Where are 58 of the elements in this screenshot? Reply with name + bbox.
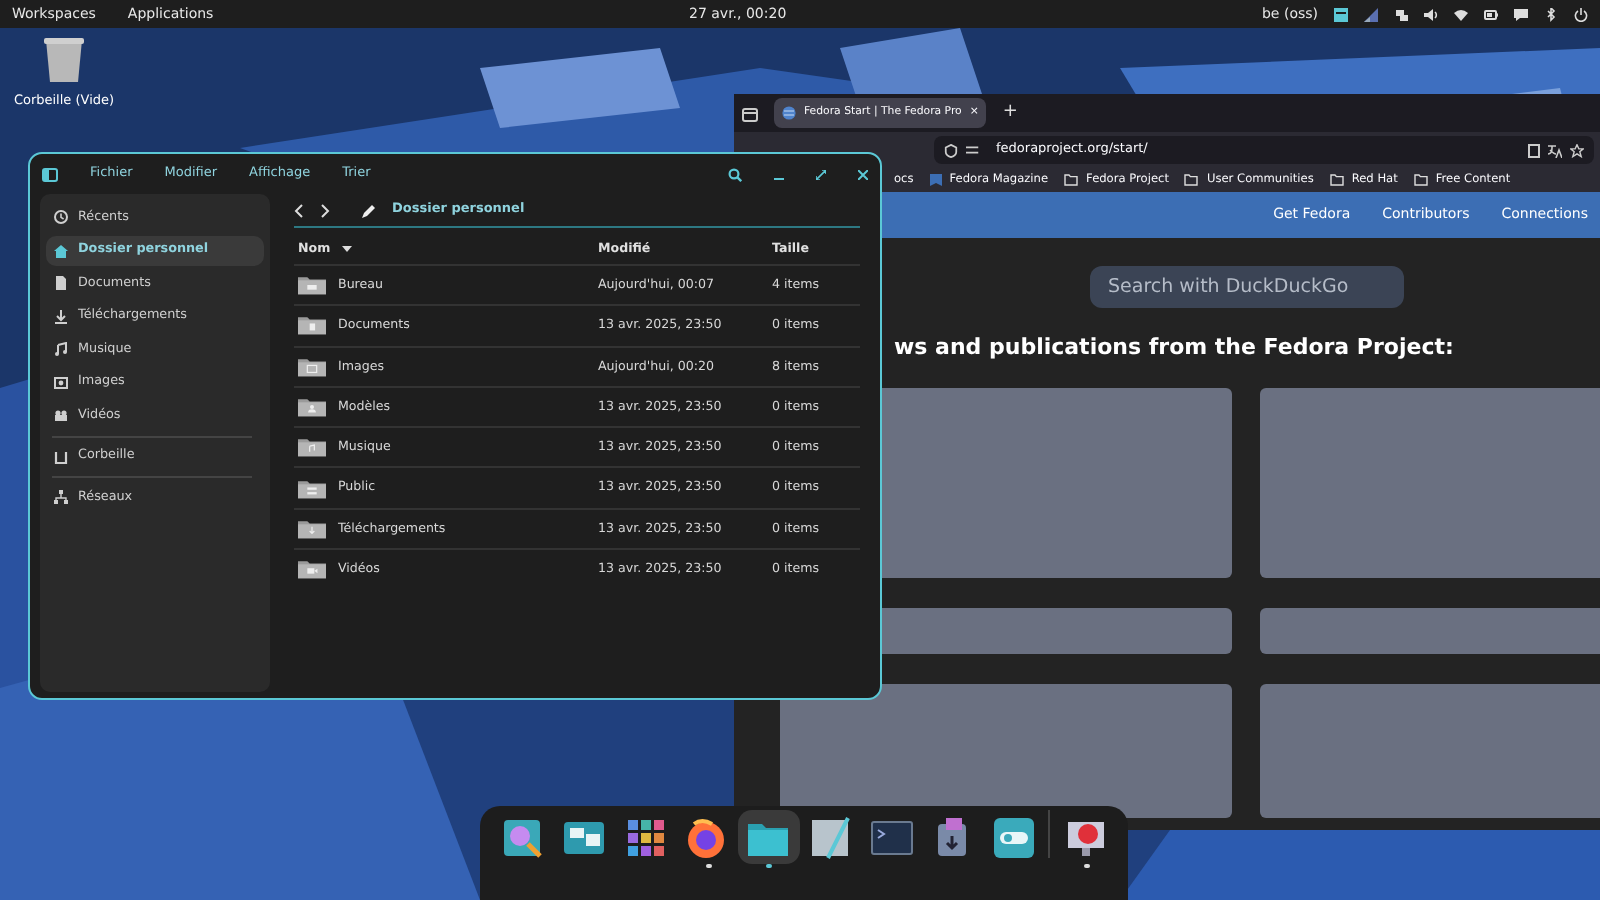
video-icon xyxy=(54,408,68,423)
folder-icon xyxy=(1329,174,1344,186)
section-heading: ws and publications from the Fedora Project: xyxy=(892,332,1456,364)
folder-icon xyxy=(298,355,326,378)
chat-icon[interactable] xyxy=(1514,7,1528,21)
firefox-app-icon[interactable] xyxy=(684,815,729,859)
search-field[interactable]: Search with DuckDuckGo xyxy=(1090,266,1404,308)
bluetooth-icon[interactable] xyxy=(1544,7,1558,21)
app-indicator-icon[interactable] xyxy=(1334,7,1348,21)
globe-icon xyxy=(782,106,796,120)
forward-icon[interactable] xyxy=(320,203,330,217)
document-icon xyxy=(54,276,68,291)
shield-icon xyxy=(944,143,958,157)
wifi-icon[interactable] xyxy=(1454,7,1468,21)
signal-icon[interactable] xyxy=(1364,7,1378,21)
folder-icon xyxy=(1064,174,1079,186)
folder-icon xyxy=(298,517,326,540)
home-icon xyxy=(54,243,68,258)
bookmark-icon xyxy=(929,174,942,186)
folder-icon xyxy=(298,558,326,581)
toggle-app-icon[interactable] xyxy=(991,815,1036,859)
search-app-icon[interactable] xyxy=(500,815,545,859)
trash-icon[interactable] xyxy=(42,36,86,84)
folder-icon xyxy=(298,396,326,419)
volume-icon[interactable] xyxy=(1424,7,1438,21)
maximize-icon[interactable] xyxy=(816,169,826,179)
music-icon xyxy=(54,342,68,357)
star-icon[interactable] xyxy=(1570,143,1584,157)
folder-icon xyxy=(298,274,326,297)
translate-icon[interactable] xyxy=(1548,143,1562,157)
folder-icon xyxy=(1184,174,1199,186)
network-icon xyxy=(54,490,68,505)
folder-icon xyxy=(298,436,326,459)
running-indicator xyxy=(1083,864,1090,868)
grid-app-icon[interactable] xyxy=(623,815,668,859)
clock-icon xyxy=(54,210,68,225)
close-icon[interactable] xyxy=(858,169,868,179)
sidebar-toggle-icon[interactable] xyxy=(42,167,58,181)
folder-icon xyxy=(298,477,326,500)
battery-icon[interactable] xyxy=(1484,7,1498,21)
image-icon xyxy=(54,375,68,390)
active-dock-item[interactable] xyxy=(737,810,800,864)
editor-app-icon[interactable] xyxy=(807,815,852,859)
running-indicator xyxy=(766,864,773,868)
pencil-icon[interactable] xyxy=(362,203,376,217)
network-icon[interactable] xyxy=(1394,7,1408,21)
running-indicator xyxy=(705,864,712,868)
folder-icon xyxy=(1413,174,1428,186)
search-icon[interactable] xyxy=(728,167,742,181)
tab-overview-icon[interactable] xyxy=(742,105,758,121)
power-icon[interactable] xyxy=(1574,7,1588,21)
back-icon[interactable] xyxy=(294,203,304,217)
trash-icon xyxy=(54,449,68,464)
folder-icon xyxy=(298,314,326,337)
reader-view-icon[interactable] xyxy=(1528,143,1540,157)
new-tab-button[interactable]: + xyxy=(1002,99,1018,127)
download-icon xyxy=(54,309,68,324)
terminal-app-icon[interactable] xyxy=(869,815,914,859)
